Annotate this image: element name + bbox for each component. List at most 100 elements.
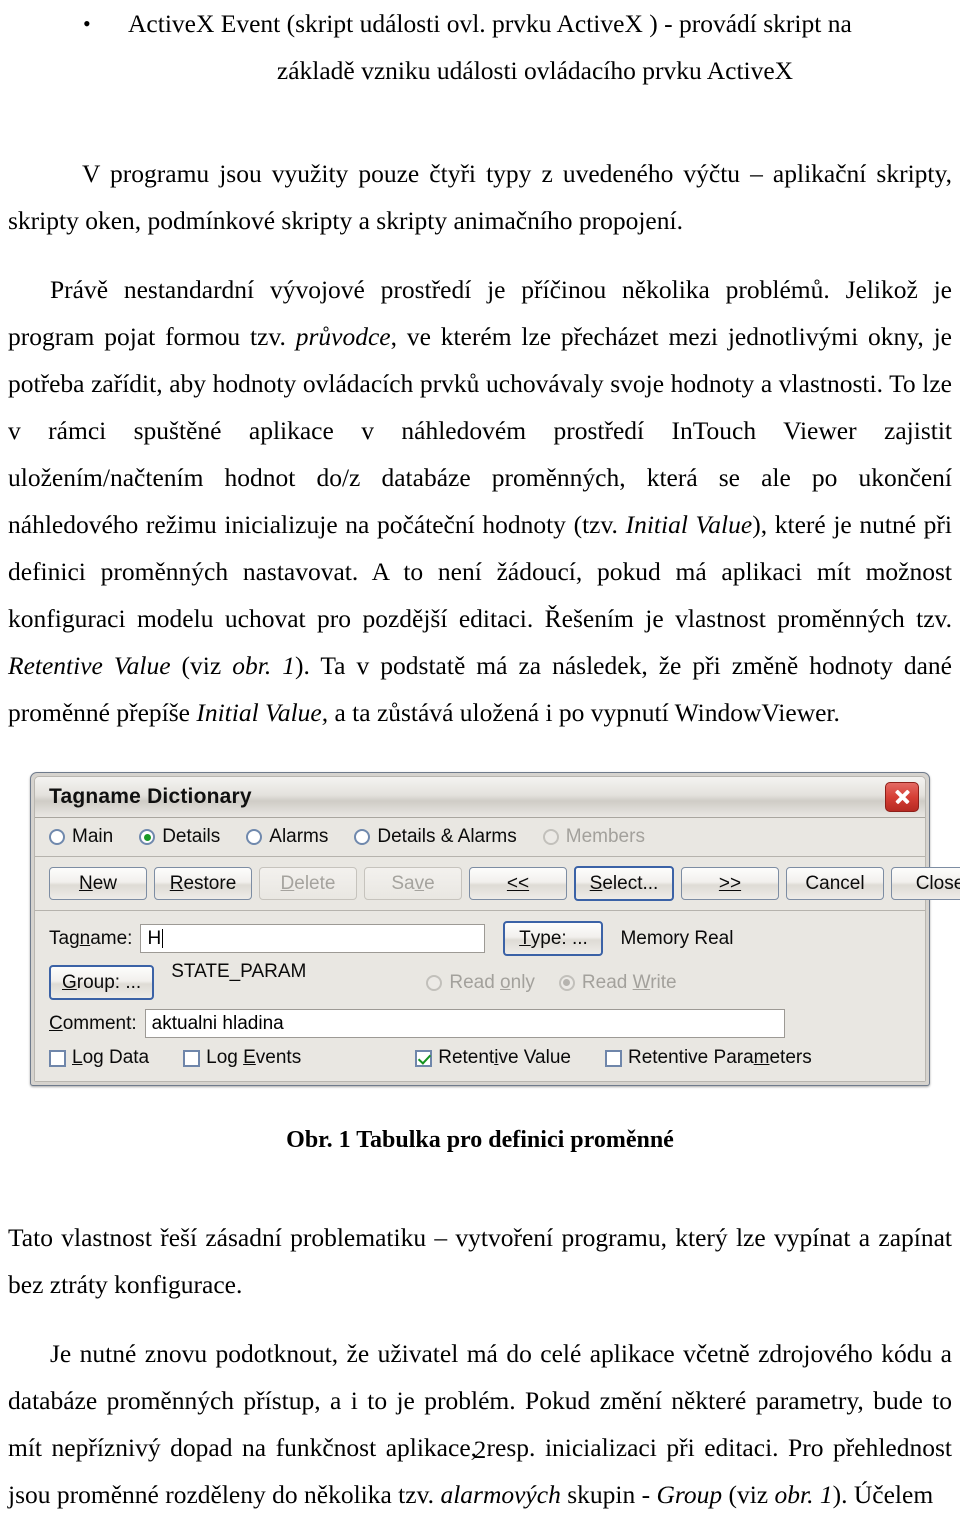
checkbox-label: Log Events — [206, 1047, 302, 1068]
p2-italic-retentive-value: Retentive Value — [8, 651, 171, 680]
checkbox-log-events[interactable]: Log Events — [183, 1047, 301, 1069]
radio-indicator — [139, 829, 156, 845]
radio-label: Details — [162, 826, 221, 847]
tagname-row: Tagname: H Type: ... Memory Real — [49, 921, 911, 956]
radio-indicator — [542, 829, 559, 845]
checkbox-retentive-parameters[interactable]: Retentive Parameters — [604, 1047, 812, 1069]
checkbox-indicator — [604, 1049, 622, 1067]
dialog-fields: Tagname: H Type: ... Memory Real Group: … — [35, 911, 925, 1081]
accel-letter: o — [500, 971, 511, 993]
close-button[interactable]: Close — [891, 867, 960, 900]
p2-seg-d: (viz — [170, 651, 233, 680]
dialog-titlebar: Tagname Dictionary — [35, 777, 925, 818]
bullet-line-1: ActiveX Event (skript události ovl. prvk… — [128, 9, 852, 38]
document-page: ActiveX Event (skript události ovl. prvk… — [0, 0, 960, 1509]
radio-label: Details & Alarms — [377, 826, 517, 847]
next-button[interactable]: >> — [681, 867, 779, 900]
radio-label: Main — [72, 826, 114, 847]
page-number: 2 — [473, 1437, 487, 1464]
p2-italic-initial-value-2: Initial Value, — [196, 698, 329, 727]
save-button-pre: Sa — [391, 872, 415, 894]
dialog-button-bar: New Restore Delete Sa v e << Select... >> … — [35, 857, 960, 911]
restore-button-rest: estore — [183, 872, 237, 894]
accel-letter: C — [49, 1012, 63, 1034]
accel-letter: N — [78, 872, 93, 894]
type-value: Memory Real — [620, 927, 734, 949]
radio-details-and-alarms[interactable]: Details & Alarms — [354, 826, 517, 848]
checkbox-retentive-value[interactable]: Retentive Value — [415, 1047, 571, 1069]
paragraph-2: Právě nestandardní vývojové prostředí je… — [8, 266, 952, 736]
p2-seg-b: , ve kterém lze přecházet mezi jednotliv… — [8, 322, 952, 539]
next-button-label: >> — [718, 872, 742, 894]
figure-caption: Obr. 1 Tabulka pro definici proměnné — [286, 1127, 674, 1153]
accel-letter: i — [494, 1047, 499, 1068]
paragraph-4: Je nutné znovu podotknout, že uživatel m… — [8, 1330, 952, 1518]
previous-button[interactable]: << — [469, 867, 567, 900]
save-button: Sa v e — [364, 867, 462, 900]
figure-image: Tagname Dictionary Main Details Alarms D… — [8, 772, 960, 1086]
accel-letter: n — [79, 927, 91, 949]
radio-label: Read only — [449, 971, 535, 993]
bullet-list: ActiveX Event (skript události ovl. prvk… — [8, 0, 952, 94]
radio-read-only: Read only — [426, 972, 535, 994]
p2-italic-pruvodce: průvodce — [295, 322, 391, 351]
comment-label: Comment: — [49, 1012, 137, 1034]
comment-input[interactable]: aktualni hladina — [144, 1009, 785, 1038]
dialog-title: Tagname Dictionary — [49, 785, 252, 808]
restore-button[interactable]: Restore — [154, 867, 252, 900]
accel-letter: L — [72, 1047, 83, 1068]
checkbox-indicator — [415, 1049, 433, 1067]
tagname-input[interactable]: H — [140, 924, 486, 953]
group-button[interactable]: Group: ... — [49, 965, 155, 1000]
new-button[interactable]: New — [49, 867, 147, 900]
previous-button-label: << — [506, 872, 530, 894]
group-button-rest: roup: ... — [76, 971, 142, 993]
accel-letter: m — [753, 1047, 770, 1068]
radio-details[interactable]: Details — [139, 826, 220, 848]
accel-letter: v — [414, 872, 425, 894]
radio-indicator — [558, 974, 575, 991]
bullet-line-2: základě vzniku události ovládacího prvku… — [276, 56, 794, 85]
radio-read-write: Read Write — [558, 971, 677, 994]
checkbox-label: Log Data — [72, 1047, 150, 1068]
save-button-rest: e — [424, 872, 435, 894]
select-button[interactable]: Select... — [574, 866, 674, 901]
select-button-rest: elect... — [602, 872, 659, 894]
type-button[interactable]: Type: ... — [503, 921, 604, 956]
close-icon[interactable] — [885, 782, 919, 812]
delete-button-rest: elete — [294, 872, 336, 894]
checkbox-log-data[interactable]: Log Data — [49, 1047, 149, 1069]
group-value: STATE_PARAM — [171, 961, 307, 982]
p2-italic-initial-value: Initial Value — [625, 510, 753, 539]
tagname-dictionary-dialog: Tagname Dictionary Main Details Alarms D… — [30, 772, 960, 1086]
radio-alarms[interactable]: Alarms — [246, 826, 328, 848]
dialog-inner-frame: Tagname Dictionary Main Details Alarms D… — [34, 776, 960, 1082]
checkbox-indicator — [49, 1049, 66, 1067]
delete-button: Delete — [259, 867, 357, 900]
new-button-rest: ew — [92, 872, 118, 894]
comment-row: Comment: aktualni hladina — [49, 1009, 911, 1038]
group-row: Group: ... STATE_PARAM Read only Read Wr… — [49, 961, 911, 1000]
checkbox-label: Retentive Parameters — [627, 1047, 812, 1068]
tagname-label: Tagname: — [49, 927, 133, 949]
checkbox-indicator — [183, 1049, 201, 1067]
p2-seg-f: a ta zůstává uložená i po vypnutí Window… — [328, 698, 840, 727]
tagname-value: H — [147, 927, 162, 949]
p2-italic-obr-1: obr. 1 — [232, 651, 295, 680]
radio-indicator — [246, 829, 263, 845]
radio-indicator — [354, 829, 371, 845]
accel-letter: W — [632, 971, 651, 993]
accel-letter: R — [169, 872, 184, 894]
access-radio-group: Read only Read Write — [426, 971, 677, 994]
radio-main[interactable]: Main — [49, 826, 113, 848]
checkbox-label: Retentive Value — [438, 1047, 571, 1068]
cancel-button[interactable]: Cancel — [786, 867, 884, 900]
accel-letter: D — [280, 872, 295, 894]
radio-indicator — [49, 829, 65, 845]
accel-letter: T — [519, 927, 531, 949]
radio-indicator — [426, 974, 443, 991]
